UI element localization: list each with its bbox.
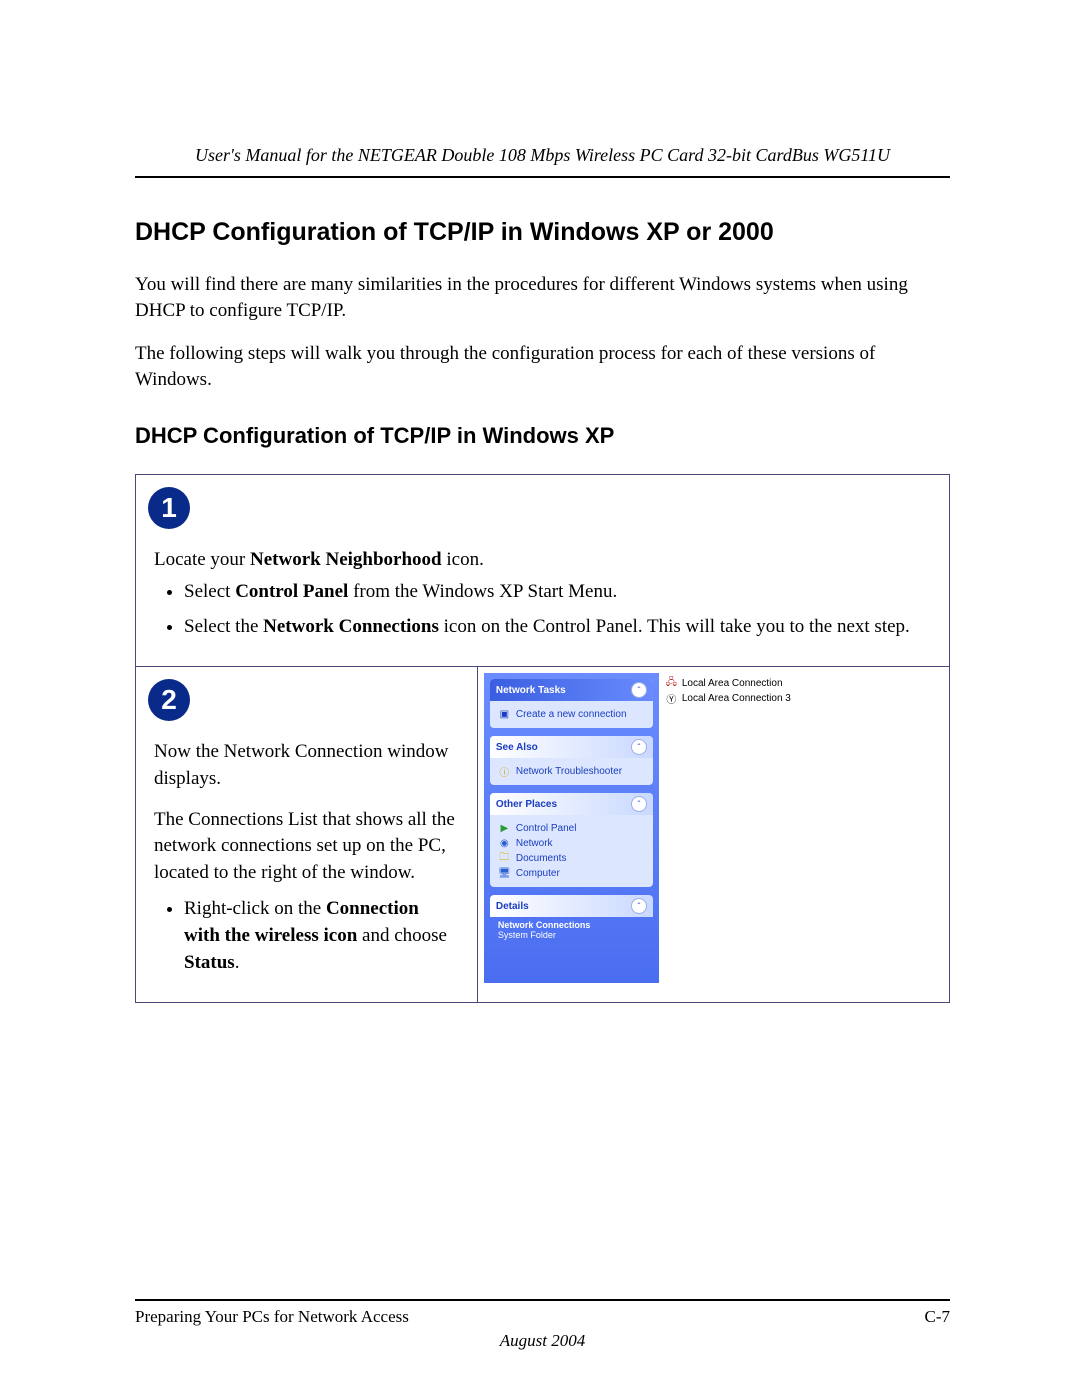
xp-link-network[interactable]: ◉ Network xyxy=(498,837,645,850)
xp-panel-body: ▣ Create a new connection xyxy=(490,701,653,728)
xp-task-pane: Network Tasks ˆ ▣ Create a new connectio… xyxy=(484,673,659,983)
xp-link-documents[interactable]: 🗀 Documents xyxy=(498,852,645,865)
footer-date: August 2004 xyxy=(135,1331,950,1351)
xp-panel-header[interactable]: Network Tasks ˆ xyxy=(490,679,653,701)
text: Select xyxy=(184,581,235,602)
xp-panel-header[interactable]: Other Places ˆ xyxy=(490,793,653,815)
xp-link-troubleshooter[interactable]: ⓘ Network Troubleshooter xyxy=(498,765,645,778)
bullet-list: Right-click on the Connection with the w… xyxy=(154,896,459,976)
running-header: User's Manual for the NETGEAR Double 108… xyxy=(135,145,950,178)
xp-link-computer[interactable]: 🖥 Computer xyxy=(498,867,645,880)
text: The Connections List that shows all the … xyxy=(154,807,459,887)
text: from the Windows XP Start Menu. xyxy=(348,581,617,602)
footer-rule xyxy=(135,1299,950,1301)
network-wizard-icon: ▣ xyxy=(498,708,511,721)
steps-table: 1 Locate your Network Neighborhood icon.… xyxy=(135,474,950,1004)
bold-text: Status xyxy=(184,952,235,973)
footer-line: Preparing Your PCs for Network Access C-… xyxy=(135,1307,950,1327)
xp-network-connections-screenshot: Network Tasks ˆ ▣ Create a new connectio… xyxy=(484,673,943,983)
computer-icon: 🖥 xyxy=(498,867,511,880)
text: icon on the Control Panel. This will tak… xyxy=(439,616,910,637)
lan-connection-icon: Ⓨ xyxy=(665,692,678,705)
details-subtitle: System Folder xyxy=(498,930,556,940)
xp-panel-body: Network Connections System Folder xyxy=(490,917,653,948)
document-page: User's Manual for the NETGEAR Double 108… xyxy=(0,0,1080,1397)
connection-label: Local Area Connection 3 xyxy=(682,693,791,704)
xp-panel-body: ▶ Control Panel ◉ Network 🗀 Documents xyxy=(490,815,653,887)
xp-panel-other-places: Other Places ˆ ▶ Control Panel ◉ xyxy=(490,793,653,887)
bold-text: Control Panel xyxy=(235,581,348,602)
collapse-icon[interactable]: ˆ xyxy=(631,796,647,812)
body-paragraph: You will find there are many similaritie… xyxy=(135,272,950,323)
footer-page-number: C-7 xyxy=(925,1307,951,1327)
footer-section-name: Preparing Your PCs for Network Access xyxy=(135,1307,409,1327)
link-label: Network xyxy=(516,838,553,849)
xp-panel-network-tasks: Network Tasks ˆ ▣ Create a new connectio… xyxy=(490,679,653,728)
heading-level-1: DHCP Configuration of TCP/IP in Windows … xyxy=(135,218,950,247)
collapse-icon[interactable]: ˆ xyxy=(631,682,647,698)
xp-panel-body: ⓘ Network Troubleshooter xyxy=(490,758,653,785)
connection-label: Local Area Connection xyxy=(682,678,783,689)
xp-panel-details: Details ˆ Network Connections System Fol… xyxy=(490,895,653,948)
xp-panel-title: Other Places xyxy=(496,799,557,810)
link-label: Control Panel xyxy=(516,823,577,834)
text: icon. xyxy=(442,549,484,570)
connection-item[interactable]: Ⓨ Local Area Connection 3 xyxy=(665,692,937,705)
link-label: Network Troubleshooter xyxy=(516,766,622,777)
step-cell: 1 Locate your Network Neighborhood icon.… xyxy=(136,474,950,667)
xp-panel-header[interactable]: Details ˆ xyxy=(490,895,653,917)
bullet-list: Select Control Panel from the Windows XP… xyxy=(154,579,931,640)
list-item: Select Control Panel from the Windows XP… xyxy=(184,579,931,606)
text: Now the Network Connection window displa… xyxy=(154,739,459,792)
body-paragraph: The following steps will walk you throug… xyxy=(135,341,950,392)
xp-panel-title: Network Tasks xyxy=(496,685,566,696)
folder-icon: 🗀 xyxy=(498,852,511,865)
details-title: Network Connections xyxy=(498,920,645,930)
xp-panel-title: See Also xyxy=(496,742,538,753)
text: . xyxy=(235,952,240,973)
text: and choose xyxy=(357,925,447,946)
info-icon: ⓘ xyxy=(498,765,511,778)
xp-link-create-connection[interactable]: ▣ Create a new connection xyxy=(498,708,645,721)
text: Select the xyxy=(184,616,263,637)
lan-connection-icon: 🖧 xyxy=(665,677,678,690)
link-label: Documents xyxy=(516,853,567,864)
link-label: Computer xyxy=(516,868,560,879)
step-body: Now the Network Connection window displa… xyxy=(154,739,459,976)
collapse-icon[interactable]: ˆ xyxy=(631,898,647,914)
heading-level-2: DHCP Configuration of TCP/IP in Windows … xyxy=(135,423,950,449)
connection-item[interactable]: 🖧 Local Area Connection xyxy=(665,677,937,690)
xp-panel-title: Details xyxy=(496,901,529,912)
bold-text: Network Connections xyxy=(263,616,439,637)
screenshot-cell: Network Tasks ˆ ▣ Create a new connectio… xyxy=(477,667,949,1003)
collapse-icon[interactable]: ˆ xyxy=(631,739,647,755)
xp-connections-list: 🖧 Local Area Connection Ⓨ Local Area Con… xyxy=(659,673,943,983)
control-panel-icon: ▶ xyxy=(498,822,511,835)
text: Right-click on the xyxy=(184,898,326,919)
step-number-badge: 1 xyxy=(148,487,190,529)
network-places-icon: ◉ xyxy=(498,837,511,850)
list-item: Select the Network Connections icon on t… xyxy=(184,614,931,641)
step-body: Locate your Network Neighborhood icon. S… xyxy=(154,547,931,641)
xp-link-control-panel[interactable]: ▶ Control Panel xyxy=(498,822,645,835)
link-label: Create a new connection xyxy=(516,709,627,720)
xp-panel-header[interactable]: See Also ˆ xyxy=(490,736,653,758)
text: Locate your xyxy=(154,549,250,570)
xp-panel-see-also: See Also ˆ ⓘ Network Troubleshooter xyxy=(490,736,653,785)
step-cell: 2 Now the Network Connection window disp… xyxy=(136,667,478,1003)
list-item: Right-click on the Connection with the w… xyxy=(184,896,459,976)
bold-text: Network Neighborhood xyxy=(250,549,442,570)
step-number-badge: 2 xyxy=(148,679,190,721)
